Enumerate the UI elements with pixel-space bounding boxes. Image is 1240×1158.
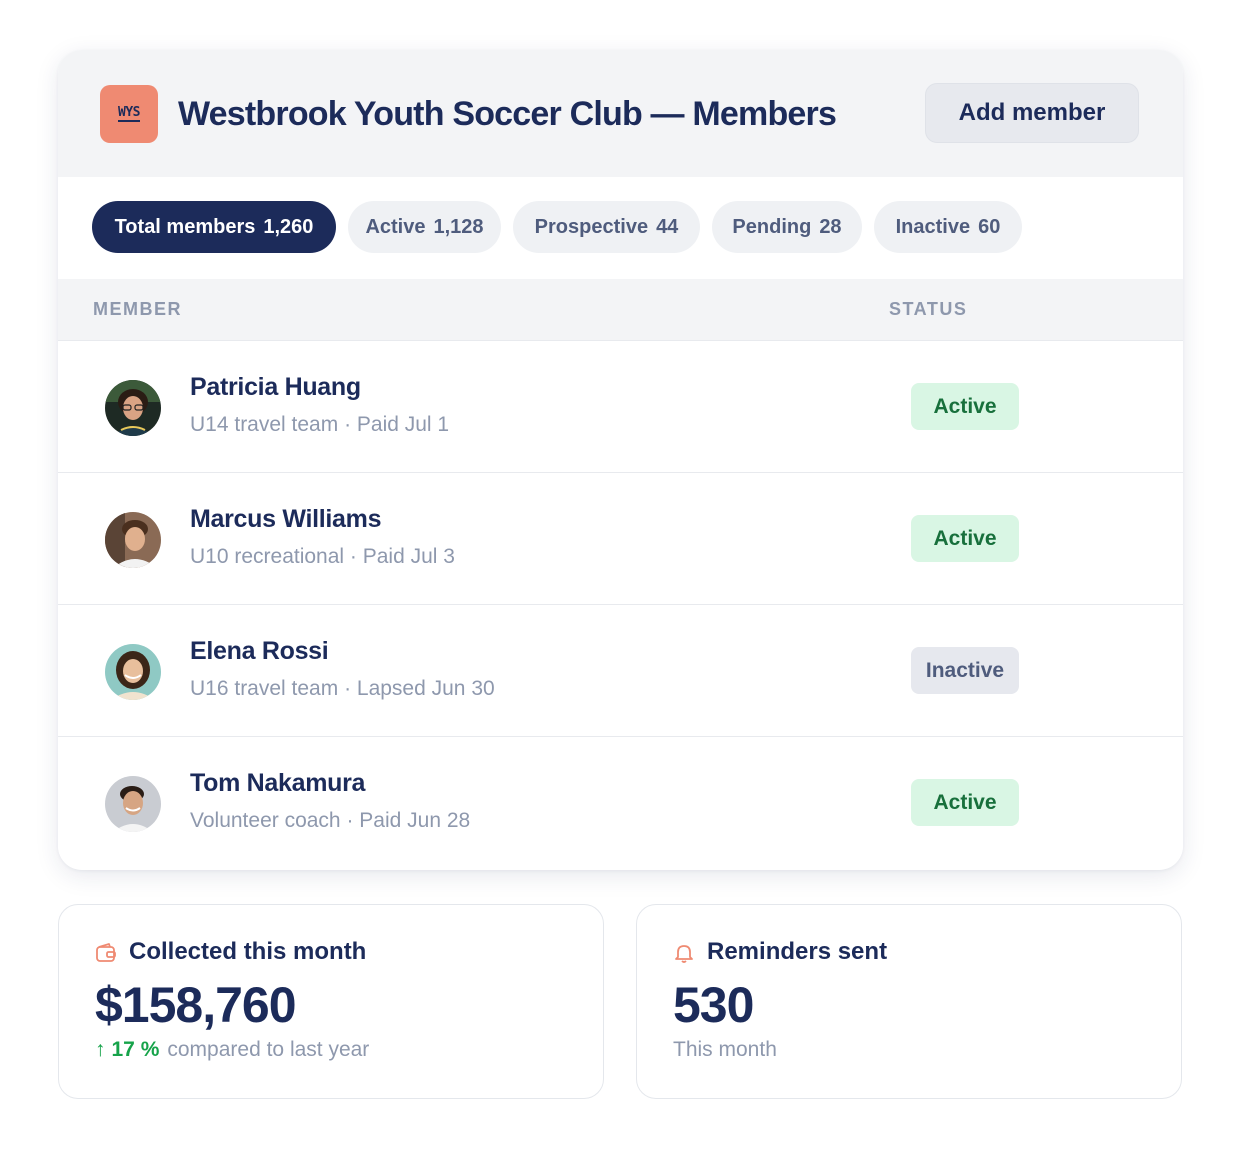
- stat-value: 530: [673, 977, 754, 1033]
- wallet-icon: [95, 942, 117, 969]
- stat-label: Collected this month: [129, 938, 367, 965]
- arrow-up-icon: ↑: [95, 1038, 106, 1061]
- card-header: WYS Westbrook Youth Soccer Club — Member…: [58, 50, 1183, 177]
- page-title: Westbrook Youth Soccer Club — Members: [178, 95, 837, 133]
- member-name: Patricia Huang: [190, 373, 361, 401]
- status-badge: Active: [911, 515, 1019, 562]
- member-detail: Volunteer coach · Paid Jun 28: [190, 809, 471, 832]
- filter-chip-count: 60: [978, 215, 1001, 238]
- status-badge: Active: [911, 779, 1019, 826]
- filter-chip-count: 1,128: [433, 215, 484, 238]
- table-row[interactable]: Patricia Huang U14 travel team · Paid Ju…: [58, 341, 1183, 473]
- member-name: Tom Nakamura: [190, 769, 366, 797]
- stat-label: Reminders sent: [707, 938, 888, 965]
- trend-indicator: ↑ 17 %: [95, 1038, 167, 1062]
- avatar: [105, 644, 161, 700]
- avatar: [105, 380, 161, 436]
- filter-chip-inactive[interactable]: Inactive 60: [874, 201, 1022, 253]
- collected-stat-card: Collected this month $158,760 ↑ 17 % com…: [58, 904, 604, 1099]
- table-row[interactable]: Tom Nakamura Volunteer coach · Paid Jun …: [58, 737, 1183, 869]
- filter-chip-label: Pending: [732, 215, 812, 238]
- avatar: [105, 512, 161, 568]
- filter-chip-label: Inactive: [895, 215, 971, 238]
- stat-note: This month: [673, 1038, 777, 1062]
- table-row[interactable]: Elena Rossi U16 travel team · Lapsed Jun…: [58, 605, 1183, 737]
- filter-chip-label: Active: [365, 215, 426, 238]
- filter-chip-prospective[interactable]: Prospective 44: [513, 201, 700, 253]
- avatar: [105, 776, 161, 832]
- status-badge: Active: [911, 383, 1019, 430]
- column-header-member: MEMBER: [93, 299, 182, 319]
- filter-chip-total[interactable]: Total members 1,260: [92, 201, 336, 253]
- member-detail: U10 recreational · Paid Jul 3: [190, 545, 455, 568]
- member-name: Marcus Williams: [190, 505, 382, 533]
- filter-chip-label: Prospective: [534, 215, 649, 238]
- filter-chip-count: 28: [819, 215, 842, 238]
- filter-chip-label: Total members: [114, 215, 256, 238]
- stat-trend: ↑ 17 % compared to last year: [95, 1038, 369, 1062]
- member-detail: U16 travel team · Lapsed Jun 30: [190, 677, 495, 700]
- bell-icon: [673, 942, 695, 969]
- trend-value: 17 %: [111, 1038, 160, 1061]
- member-name: Elena Rossi: [190, 637, 329, 665]
- club-logo: WYS: [100, 85, 158, 143]
- stat-value: $158,760: [95, 977, 297, 1033]
- status-filters: Total members 1,260 Active 1,128 Prospec…: [58, 177, 1183, 279]
- logo-text: WYS: [118, 105, 140, 122]
- column-header-status: STATUS: [889, 299, 968, 319]
- members-card: WYS Westbrook Youth Soccer Club — Member…: [58, 50, 1183, 870]
- add-member-button[interactable]: Add member: [925, 83, 1139, 143]
- member-detail: U14 travel team · Paid Jul 1: [190, 413, 450, 436]
- filter-chip-count: 44: [656, 215, 679, 238]
- status-badge: Inactive: [911, 647, 1019, 694]
- table-header: MEMBER STATUS: [58, 279, 1183, 341]
- filter-chip-pending[interactable]: Pending 28: [712, 201, 862, 253]
- trend-text: compared to last year: [167, 1038, 370, 1061]
- reminders-stat-card: Reminders sent 530 This month: [636, 904, 1182, 1099]
- filter-chip-count: 1,260: [263, 215, 314, 238]
- stat-note-text: This month: [673, 1038, 777, 1061]
- table-row[interactable]: Marcus Williams U10 recreational · Paid …: [58, 473, 1183, 605]
- filter-chip-active[interactable]: Active 1,128: [348, 201, 501, 253]
